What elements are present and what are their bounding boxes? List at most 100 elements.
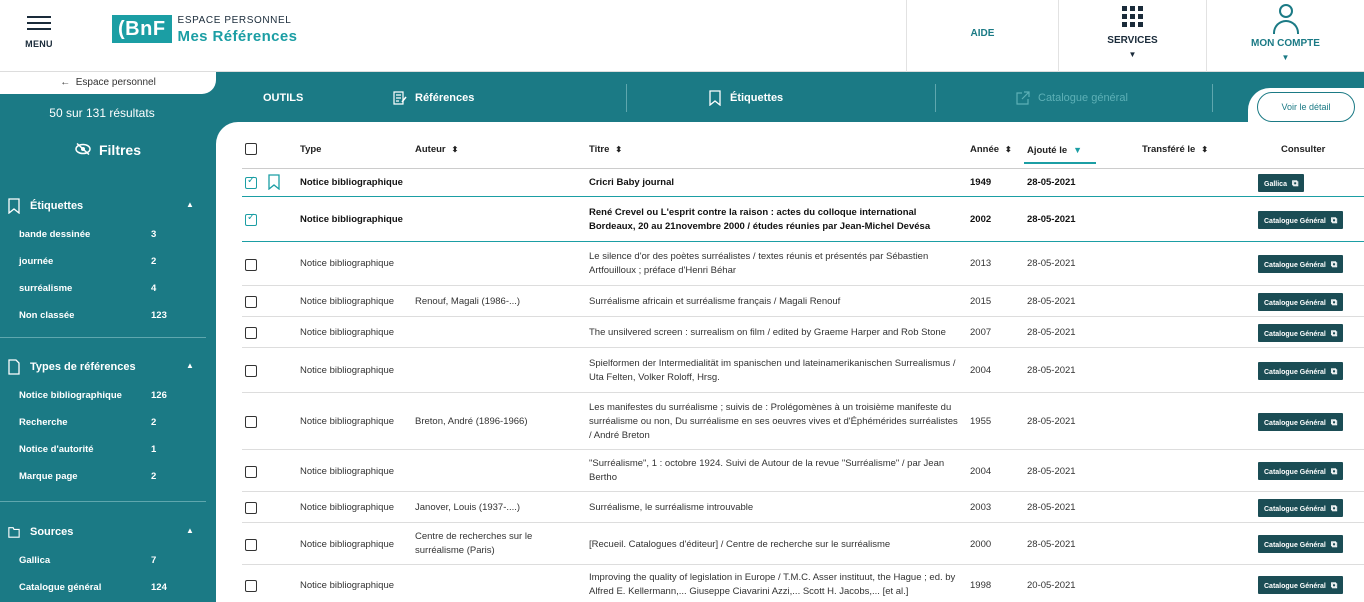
consult-button[interactable]: Catalogue Général ⧉ [1258, 413, 1344, 431]
consult-label: Catalogue Général [1264, 469, 1326, 476]
cell-type: Notice bibliographique [300, 502, 395, 513]
filter-item[interactable]: surréalisme 4 [19, 283, 169, 297]
row-checkbox[interactable] [245, 502, 257, 514]
catalogue-link[interactable]: Catalogue général [1016, 86, 1128, 110]
divider [1212, 84, 1213, 112]
filters-toggle[interactable]: Filtres [0, 142, 216, 158]
section-sources[interactable]: Sources ▲ [0, 522, 216, 546]
header-author[interactable]: Auteur ⬍ [415, 142, 458, 158]
consult-button[interactable]: Catalogue Général ⧉ [1258, 211, 1344, 229]
section-types[interactable]: Types de références ▲ [0, 357, 216, 381]
references-menu[interactable]: Références [393, 86, 474, 110]
row-checkbox[interactable] [245, 365, 257, 377]
table-row[interactable]: Notice bibliographique Improving the qua… [242, 566, 1364, 602]
bookmark-icon[interactable] [268, 174, 280, 190]
row-checkbox[interactable] [245, 580, 257, 592]
filter-item[interactable]: journée 2 [19, 256, 169, 270]
table-row[interactable]: Notice bibliographique Renouf, Magali (1… [242, 287, 1364, 317]
row-checkbox[interactable] [245, 296, 257, 308]
consult-button[interactable]: Catalogue Général ⧉ [1258, 362, 1344, 380]
cell-author: Janover, Louis (1937-....) [415, 502, 521, 513]
select-all-checkbox[interactable] [245, 143, 257, 155]
cell-author: Breton, André (1896-1966) [415, 416, 528, 427]
cell-year: 2007 [970, 327, 992, 338]
tools-toolbar: OUTILS Références Étiquettes Catalogue g… [216, 72, 1364, 132]
consult-button[interactable]: Catalogue Général ⧉ [1258, 255, 1344, 273]
header-added[interactable]: Ajouté le ▼ [1027, 142, 1082, 158]
table-row[interactable]: Notice bibliographique Breton, André (18… [242, 394, 1364, 450]
cell-added: 28-05-2021 [1027, 214, 1076, 225]
table-row[interactable]: Notice bibliographique Spielformen der I… [242, 349, 1364, 393]
filter-label: surréalisme [19, 283, 73, 294]
sort-icon: ⬍ [1005, 145, 1012, 154]
row-checkbox[interactable] [245, 466, 257, 478]
filter-count: 124 [151, 582, 167, 593]
active-sort-indicator [1024, 162, 1096, 164]
row-checkbox[interactable] [245, 416, 257, 428]
cell-title: Improving the quality of legislation in … [589, 572, 956, 597]
filter-count: 3 [151, 229, 157, 240]
table-row[interactable]: Notice bibliographique Le silence d'or d… [242, 243, 1364, 286]
consult-button[interactable]: Catalogue Général ⧉ [1258, 324, 1344, 342]
menu-button[interactable]: MENU [14, 14, 64, 54]
cell-year: 2002 [970, 214, 992, 225]
header-label: Année [970, 144, 1000, 155]
row-checkbox[interactable] [245, 175, 257, 189]
header-year[interactable]: Année ⬍ [970, 142, 1012, 158]
filter-count: 4 [151, 283, 157, 294]
row-checkbox[interactable] [245, 212, 257, 226]
filter-item[interactable]: Gallica 7 [19, 555, 169, 569]
external-link-icon: ⧉ [1291, 178, 1299, 188]
view-detail-button[interactable]: Voir le détail [1257, 92, 1355, 122]
bnf-logo[interactable]: (BnF ESPACE PERSONNEL Mes Références [112, 15, 297, 45]
filter-item[interactable]: Catalogue général 124 [19, 582, 169, 596]
cell-added: 28-05-2021 [1027, 466, 1076, 477]
edit-list-icon [393, 91, 407, 105]
cell-added: 20-05-2021 [1027, 580, 1076, 591]
section-etiquettes[interactable]: Étiquettes ▲ [0, 196, 216, 220]
cell-year: 2015 [970, 296, 992, 307]
filter-item[interactable]: Notice d'autorité 1 [19, 444, 169, 458]
filter-count: 2 [151, 417, 157, 428]
filter-item[interactable]: bande dessinée 3 [19, 229, 169, 243]
external-link-icon: ⧉ [1330, 297, 1338, 307]
filter-item[interactable]: Recherche 2 [19, 417, 169, 431]
filter-item[interactable]: Marque page 2 [19, 471, 169, 485]
divider [626, 84, 627, 112]
external-link-icon: ⧉ [1330, 259, 1338, 269]
table-row[interactable]: Notice bibliographique Janover, Louis (1… [242, 493, 1364, 523]
table-row[interactable]: Notice bibliographique Centre de recherc… [242, 524, 1364, 565]
filter-label: Notice bibliographique [19, 390, 122, 401]
consult-button[interactable]: Gallica ⧉ [1258, 174, 1305, 192]
table-row[interactable]: Notice bibliographique "Surréalisme", 1 … [242, 451, 1364, 492]
sort-icon: ⬍ [615, 145, 623, 154]
etiquettes-menu[interactable]: Étiquettes [708, 86, 783, 110]
consult-label: Catalogue Général [1264, 262, 1326, 269]
divider [935, 84, 936, 112]
header-title[interactable]: Titre ⬍ [589, 142, 622, 158]
etiquettes-label: Étiquettes [730, 92, 784, 104]
table-row[interactable]: Notice bibliographique René Crevel ou L'… [242, 198, 1364, 242]
consult-button[interactable]: Catalogue Général ⧉ [1258, 462, 1344, 480]
nav-account[interactable]: MON COMPTE ▼ [1206, 0, 1364, 72]
section-title: Sources [30, 526, 74, 538]
row-checkbox[interactable] [245, 327, 257, 339]
consult-button[interactable]: Catalogue Général ⧉ [1258, 293, 1344, 311]
row-checkbox[interactable] [245, 539, 257, 551]
nav-aide[interactable]: AIDE [906, 0, 1058, 72]
cell-title: Les manifestes du surréalisme ; suivis d… [589, 402, 958, 441]
back-link[interactable]: ← Espace personnel [0, 72, 216, 94]
cell-author: Centre de recherches sur le surréalisme … [415, 531, 533, 556]
table-row[interactable]: Notice bibliographique Cricri Baby journ… [242, 169, 1364, 197]
filter-item[interactable]: Non classée 123 [19, 310, 169, 324]
grid-icon [1122, 6, 1143, 27]
filter-item[interactable]: Notice bibliographique 126 [19, 390, 169, 404]
header-transferred[interactable]: Transféré le ⬍ [1142, 142, 1208, 158]
nav-services[interactable]: SERVICES ▼ [1058, 0, 1206, 72]
consult-button[interactable]: Catalogue Général ⧉ [1258, 576, 1344, 594]
consult-button[interactable]: Catalogue Général ⧉ [1258, 499, 1344, 517]
consult-button[interactable]: Catalogue Général ⧉ [1258, 535, 1344, 553]
table-row[interactable]: Notice bibliographique The unsilvered sc… [242, 318, 1364, 348]
row-checkbox[interactable] [245, 259, 257, 271]
external-link-icon: ⧉ [1330, 366, 1338, 376]
